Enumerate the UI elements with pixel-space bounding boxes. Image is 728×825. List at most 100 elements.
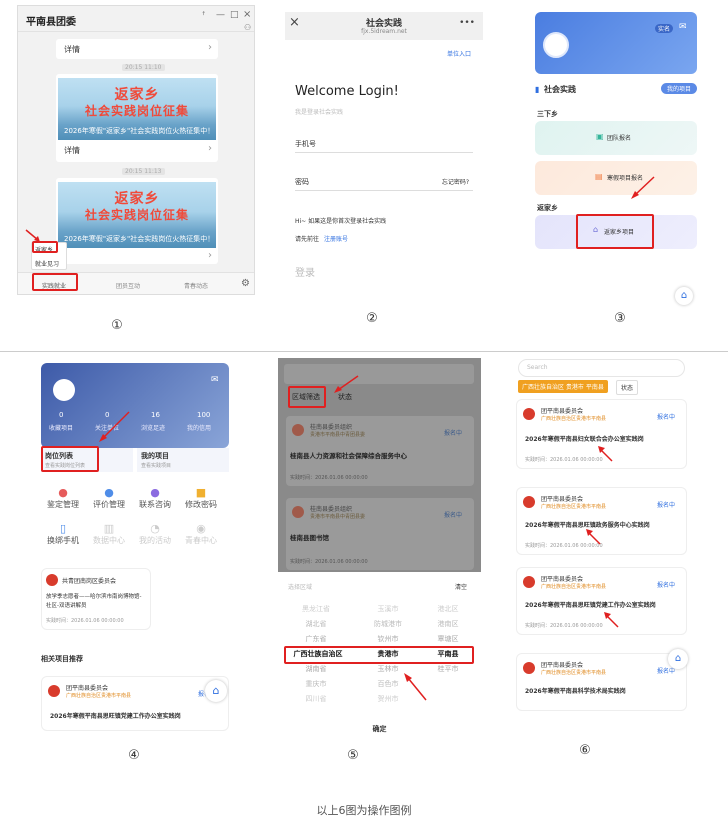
highlight-selected-region [284,646,474,664]
card-team-label: 团队报名 [607,135,632,142]
recommend-card[interactable]: 团平南县委员会 广西壮族自治区贵港市平南县 报名中 2026年寒假平南县思旺镇党… [41,676,229,731]
menu-change-phone[interactable]: ▯ 换绑手机 [43,522,83,546]
stat-0-label[interactable]: 收藏项目 [49,423,73,432]
home-float-button[interactable]: ⌂ [668,649,688,669]
avatar [543,32,569,58]
menu-data-center[interactable]: ▥ 数据中心 [89,522,129,546]
stat-2-num: 16 [151,411,160,419]
option-province[interactable]: 黑龙江省 [286,602,346,617]
go-prefix: 请先前往 [295,236,320,243]
menu-youth-center[interactable]: ◉ 青春中心 [181,522,221,546]
stat-3-label[interactable]: 我的信用 [187,423,211,432]
status-filter-chip[interactable]: 状态 [616,380,639,395]
pin-icon[interactable]: ꜛ [202,11,205,21]
project-time: 实践时间：2026.01.06 00:00:00 [290,475,368,481]
banner-image-2: 返家乡 社会实践岗位征集 2026年寒假"返家乡"社会实践岗位火热征集中！ [58,182,216,248]
clear-button[interactable]: 清空 [455,582,467,591]
unit-entry-link[interactable]: 单位入口 [447,49,471,58]
highlight-tab [32,273,78,291]
banner-image-1: 返家乡 社会实践岗位征集 2026年寒假"返家乡"社会实践岗位火热征集中！ [58,78,216,140]
option-province[interactable]: 湖南省 [286,662,346,677]
panel-6-results: Search 广西壮族自治区 贵港市 平南县 状态 团平南县委员会 广西壮族自治… [510,355,693,715]
section-icon: ▮ [535,85,540,94]
region-sheet: 选择区域 清空 黑龙江省 湖北省 广东省 广西壮族自治区 湖南省 重庆市 四川省… [278,572,481,740]
confirm-button[interactable]: 确定 [278,724,481,734]
status-badge: 报名中 [657,502,676,509]
phone-field[interactable] [295,152,473,153]
register-line: 请先前往 注册账号 [295,234,348,243]
stat-2-label[interactable]: 浏览足迹 [141,423,165,432]
menu-appraisal[interactable]: ● 鉴定管理 [43,486,83,510]
my-project-button[interactable]: 我的项目 [661,83,698,94]
home-float-button[interactable]: ⌂ [205,680,227,702]
popup-item-internship[interactable]: 就业见习 [35,259,59,268]
youth-icon: ◉ [196,522,206,535]
project-name: 桂南县图书馆 [290,534,329,542]
org-emblem-icon [292,424,304,436]
option-city[interactable]: 防城港市 [358,617,418,632]
register-link[interactable]: 注册账号 [324,236,348,243]
activity-icon: ◔ [150,522,160,535]
timestamp-2: 20:15 11:13 [122,168,165,175]
project-name: 2026年寒假平南县思旺镇党建工作办公室实践岗 [525,602,656,609]
maximize-icon[interactable]: □ [230,10,239,20]
menu-contact[interactable]: ● 联系咨询 [135,486,175,510]
card-winter-signup[interactable]: ▤ 寒假项目报名 [535,161,697,195]
article-card-2[interactable]: 返家乡 社会实践岗位征集 2026年寒假"返家乡"社会实践岗位火热征集中！ › [56,178,218,264]
mail-icon[interactable]: ✉ [211,375,219,385]
detail-row-top[interactable]: 详情 › [56,39,218,59]
detail-label: 详情 [64,146,80,155]
forgot-password-link[interactable]: 忘记密码? [442,177,469,186]
option-county[interactable]: 港南区 [418,617,478,632]
option-province[interactable]: 重庆市 [286,677,346,692]
home-float-button[interactable]: ⌂ [675,287,693,305]
option-province[interactable]: 湖北省 [286,617,346,632]
org-time: 实践时间：2026.01.06 00:00:00 [46,618,124,624]
menu-change-password[interactable]: ■ 修改密码 [181,486,221,510]
result-card-4[interactable]: 团平南县委员会 广西壮族自治区贵港市平南县 报名中 2026年寒假平南县科学技术… [516,653,687,711]
mail-icon[interactable]: ✉ [679,22,687,32]
tab-youth-news[interactable]: 青春动态 [184,281,208,290]
more-icon[interactable]: ••• [459,18,475,28]
rec-project: 2026年寒假平南县思旺镇党建工作办公室实践岗 [50,713,181,720]
menu-my-activity[interactable]: ◔ 我的活动 [135,522,175,546]
red-arrow [586,529,601,545]
status-badge: 报名中 [444,512,463,519]
option-county[interactable]: 覃塘区 [418,632,478,647]
project-time: 实践时间：2026.01.06 00:00:00 [525,457,603,463]
option-city[interactable]: 玉溪市 [358,602,418,617]
card-team-signup[interactable]: ▣ 团队报名 [535,121,697,155]
menu-evaluation[interactable]: ● 评价管理 [89,486,129,510]
red-arrow [25,229,40,242]
option-county[interactable]: 港北区 [418,602,478,617]
option-province[interactable]: 广东省 [286,632,346,647]
list-item[interactable]: 桂南县委员组织 贵港市平南县中青团县委 报名中 桂南县图书馆 实践时间：2026… [286,498,474,570]
org-loc: 广西壮族自治区贵港市平南县 [541,584,607,590]
phone-label: 手机号 [295,140,316,148]
profile-icon[interactable]: ⚇ [244,23,251,32]
section-title: 社会实践 [544,85,576,94]
first-login-hint: Hi~ 如果这是你首次登录社会实践 [295,218,387,225]
panel-2-login-page: × 社会实践 fjx.5idream.net ••• 单位入口 Welcome … [285,12,483,292]
option-city[interactable]: 钦州市 [358,632,418,647]
rec-org: 团平南县委员会 [66,685,109,692]
login-button[interactable]: 登录 [295,264,315,279]
password-field[interactable] [295,190,473,191]
close-icon[interactable]: × [243,9,251,20]
org-name: 团平南县委员会 [541,662,584,669]
banner-title2: 社会实践岗位征集 [84,104,189,118]
search-input[interactable]: Search [518,359,685,377]
nav-bar: × 社会实践 fjx.5idream.net ••• [285,12,483,40]
stat-0-num: 0 [59,411,64,419]
org-loc: 贵港市平南县中青团县委 [310,514,366,520]
red-arrow [99,411,130,442]
gear-icon[interactable]: ⚙ [241,278,250,289]
region-filter-chip[interactable]: 广西壮族自治区 贵港市 平南县 [518,380,608,393]
list-item[interactable]: 桂南县委员组织 贵港市平南县中青团县委 报名中 桂南县人力资源和社会保障综合服务… [286,416,474,486]
option-province[interactable]: 四川省 [286,692,346,707]
my-project-card[interactable]: 我的项目 查看实践项目 [137,448,229,472]
tab-member-interaction[interactable]: 团员互动 [116,281,140,290]
article-card-1[interactable]: 返家乡 社会实践岗位征集 2026年寒假"返家乡"社会实践岗位火热征集中！ 详情… [56,74,218,162]
minimize-icon[interactable]: — [216,10,225,20]
history-project-card[interactable]: 共青团南岗区委员会 放学季志愿者——哈尔滨市南岗博物馆-社区-双语讲解员 实践时… [41,568,151,630]
